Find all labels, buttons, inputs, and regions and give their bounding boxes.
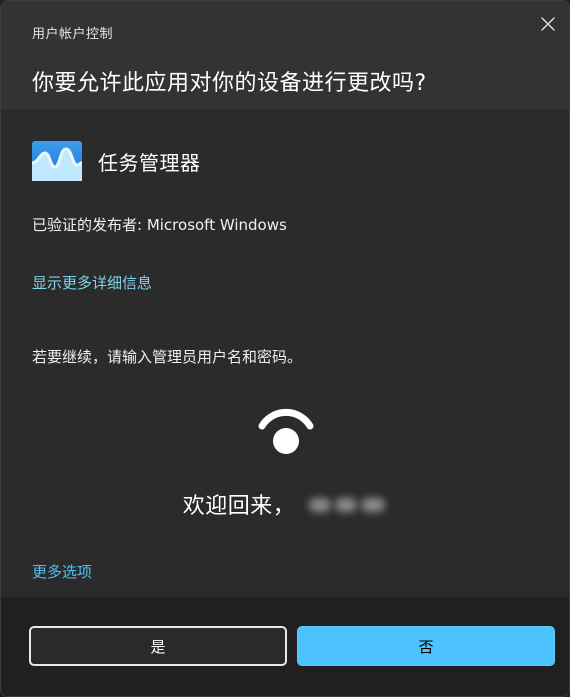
welcome-row: 欢迎回来，	[1, 488, 569, 520]
verified-publisher: 已验证的发布者: Microsoft Windows	[32, 216, 287, 234]
app-info: 任务管理器	[32, 141, 201, 181]
window-title: 用户帐户控制	[32, 27, 114, 42]
consent-question: 你要允许此应用对你的设备进行更改吗?	[32, 71, 427, 96]
face-recognition-icon	[258, 408, 314, 454]
app-name: 任务管理器	[98, 150, 201, 175]
no-button[interactable]: 否	[297, 626, 555, 666]
username-redacted	[309, 492, 387, 516]
dialog-header: 用户帐户控制 你要允许此应用对你的设备进行更改吗?	[1, 1, 569, 109]
task-manager-icon	[32, 141, 82, 181]
dialog-footer: 是 否	[1, 597, 569, 696]
welcome-text: 欢迎回来，	[182, 494, 296, 519]
show-details-link[interactable]: 显示更多详细信息	[32, 272, 152, 293]
more-options-link[interactable]: 更多选项	[32, 561, 92, 582]
close-button[interactable]	[537, 13, 559, 35]
close-icon	[541, 17, 555, 31]
credential-instruction: 若要继续，请输入管理员用户名和密码。	[32, 348, 303, 366]
uac-dialog: 用户帐户控制 你要允许此应用对你的设备进行更改吗? 任务管理器 已验证的发布者:…	[0, 0, 570, 697]
yes-button[interactable]: 是	[29, 626, 287, 666]
